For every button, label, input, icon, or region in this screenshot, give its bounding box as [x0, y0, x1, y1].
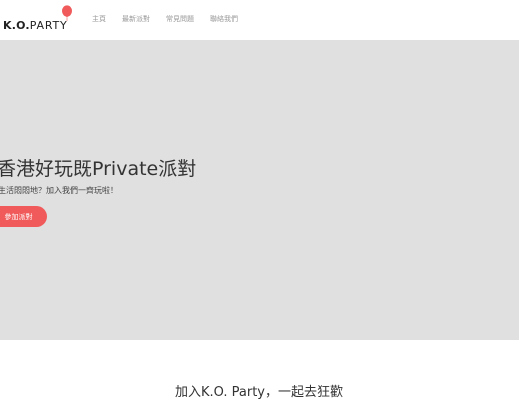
hero-title: 香港好玩既Private派對	[0, 158, 197, 180]
nav-item-contact[interactable]: 聯絡我們	[210, 14, 238, 24]
nav-item-home[interactable]: 主頁	[92, 14, 106, 24]
site-logo[interactable]: K.O. PARTY	[3, 19, 68, 35]
site-header: K.O. PARTY 主頁 最新派對 常見問題 聯絡我們	[0, 0, 519, 40]
hero-banner: 香港好玩既Private派對 生活悶悶地？加入我們一齊玩啦！ 參加派對	[0, 40, 519, 340]
nav-item-faq[interactable]: 常見問題	[166, 14, 194, 24]
balloon-icon	[62, 5, 72, 21]
hero-subtitle: 生活悶悶地？加入我們一齊玩啦！	[0, 186, 118, 195]
section-title: 加入K.O. Party，一起去狂歡	[0, 381, 519, 400]
nav-item-latest-parties[interactable]: 最新派對	[122, 14, 150, 24]
main-nav: 主頁 最新派對 常見問題 聯絡我們	[92, 14, 254, 24]
section-title-text: 加入K.O. Party，一起去狂歡	[175, 385, 343, 400]
join-party-button[interactable]: 參加派對	[0, 206, 47, 227]
logo-ko-text: K.O.	[3, 19, 30, 32]
